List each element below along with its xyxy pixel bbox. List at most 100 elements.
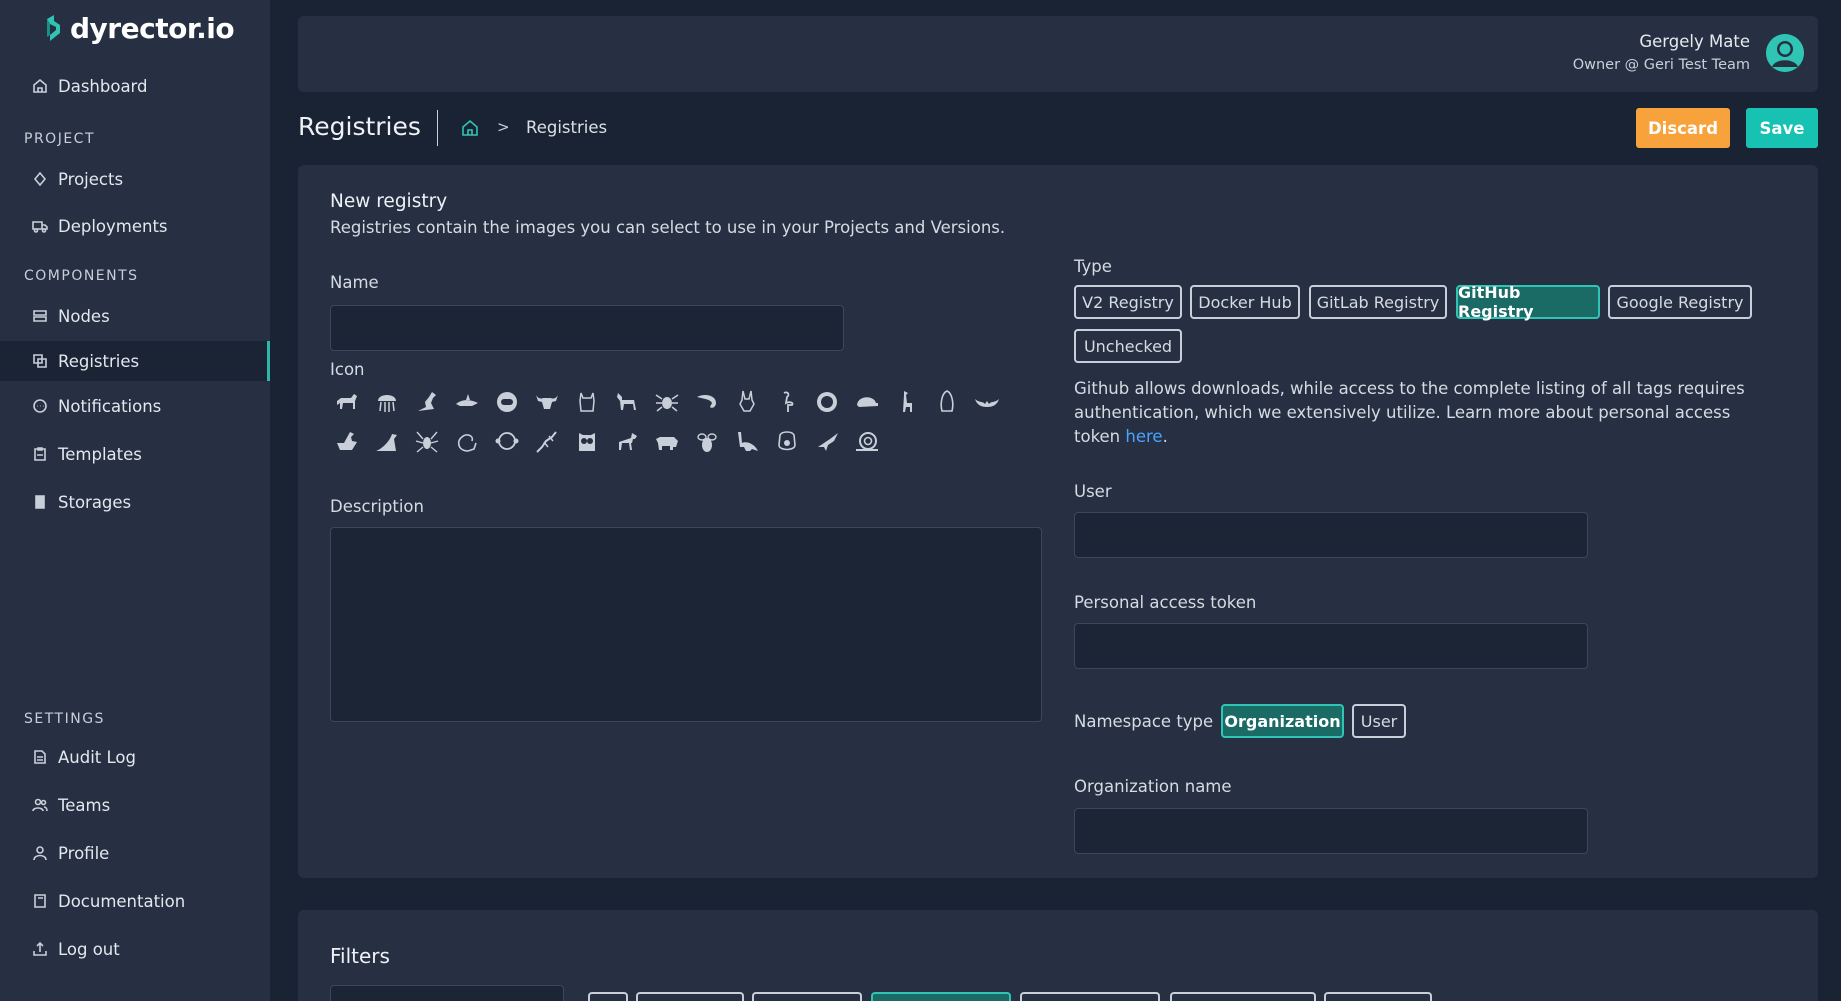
filter-chip[interactable]: [871, 992, 1011, 1001]
sidebar-item-label: Audit Log: [58, 747, 136, 767]
type-option-v2-registry[interactable]: V2 Registry: [1074, 285, 1182, 319]
filter-chip[interactable]: [1020, 992, 1160, 1001]
type-option-github-registry[interactable]: GitHub Registry: [1456, 283, 1600, 321]
sidebar: dyrector.io Dashboard PROJECT Projects D…: [0, 0, 270, 1001]
document-icon: [34, 750, 46, 764]
sidebar-item-log-out[interactable]: Log out: [0, 929, 270, 969]
lizard-icon[interactable]: [534, 429, 560, 455]
breadcrumb-home-icon[interactable]: [461, 119, 479, 137]
registry-icon: [33, 354, 47, 368]
penguin-icon[interactable]: [934, 389, 960, 415]
donkey-icon[interactable]: [614, 389, 640, 415]
seal-icon[interactable]: [374, 429, 400, 455]
bee-icon[interactable]: [694, 429, 720, 455]
sidebar-item-projects[interactable]: Projects: [0, 159, 270, 199]
rabbit-icon[interactable]: [734, 389, 760, 415]
giraffe-icon[interactable]: [894, 389, 920, 415]
sidebar-item-documentation[interactable]: Documentation: [0, 881, 270, 921]
dog-icon[interactable]: [614, 429, 640, 455]
namespace-option-user[interactable]: User: [1352, 704, 1406, 738]
squirrel-icon[interactable]: [454, 429, 480, 455]
sidebar-item-label: Projects: [58, 169, 124, 189]
description-textarea[interactable]: [330, 527, 1042, 722]
bat-icon[interactable]: [974, 389, 1000, 415]
spider2-icon[interactable]: [414, 429, 440, 455]
page-title: Registries: [298, 112, 421, 141]
name-input[interactable]: [330, 305, 844, 351]
token-input[interactable]: [1074, 623, 1588, 669]
astronaut-icon[interactable]: [494, 389, 520, 415]
sidebar-item-label: Documentation: [58, 891, 186, 911]
sidebar-item-registries[interactable]: Registries: [0, 341, 270, 381]
breadcrumb-current: Registries: [526, 118, 608, 137]
book-icon: [34, 894, 46, 908]
filter-chip[interactable]: [1324, 992, 1432, 1001]
org-name-label: Organization name: [1074, 777, 1232, 796]
type-option-unchecked[interactable]: Unchecked: [1074, 329, 1182, 363]
sidebar-item-dashboard[interactable]: Dashboard: [0, 66, 270, 106]
sidebar-item-notifications[interactable]: Notifications: [0, 386, 270, 426]
shark-icon[interactable]: [454, 389, 480, 415]
avatar-icon: [1766, 34, 1804, 72]
sidebar-item-label: Notifications: [58, 396, 162, 416]
snail-icon[interactable]: [854, 429, 880, 455]
type-option-gitlab-registry[interactable]: GitLab Registry: [1309, 285, 1447, 319]
sidebar-item-teams[interactable]: Teams: [0, 785, 270, 825]
org-name-input[interactable]: [1074, 808, 1588, 854]
monkey-icon[interactable]: [494, 429, 520, 455]
filter-chip[interactable]: [1170, 992, 1316, 1001]
avatar[interactable]: [1766, 34, 1804, 72]
kangaroo-icon[interactable]: [414, 389, 440, 415]
sidebar-item-storages[interactable]: Storages: [0, 482, 270, 522]
type-option-docker-hub[interactable]: Docker Hub: [1190, 285, 1300, 319]
form-heading: New registry: [330, 191, 448, 212]
jellyfish-icon[interactable]: [374, 389, 400, 415]
bull-icon[interactable]: [534, 389, 560, 415]
filter-search-input[interactable]: [330, 985, 564, 1001]
bird-icon[interactable]: [814, 429, 840, 455]
shrimp-icon[interactable]: [694, 389, 720, 415]
section-components: COMPONENTS: [24, 268, 139, 284]
spider-icon[interactable]: [654, 389, 680, 415]
user-icon: [33, 846, 47, 861]
lion-icon[interactable]: [814, 389, 840, 415]
turtle-icon[interactable]: [854, 389, 880, 415]
sidebar-item-audit-log[interactable]: Audit Log: [0, 737, 270, 777]
sidebar-item-nodes[interactable]: Nodes: [0, 296, 270, 336]
user-label: User: [1074, 482, 1112, 501]
filter-chip[interactable]: [588, 992, 628, 1001]
sidebar-item-deployments[interactable]: Deployments: [0, 206, 270, 246]
type-option-google-registry[interactable]: Google Registry: [1608, 285, 1752, 319]
type-label: Type: [1074, 257, 1112, 276]
filter-chip[interactable]: [752, 992, 862, 1001]
brand-logo[interactable]: dyrector.io: [44, 12, 235, 45]
section-settings: SETTINGS: [24, 711, 105, 727]
user-name: Gergely Mate: [1639, 32, 1750, 51]
clipboard-icon: [34, 447, 46, 461]
filter-chip[interactable]: [636, 992, 744, 1001]
flamingo-icon[interactable]: [774, 389, 800, 415]
sidebar-item-profile[interactable]: Profile: [0, 833, 270, 873]
discard-button[interactable]: Discard: [1636, 108, 1730, 148]
storage-icon: [35, 495, 45, 509]
save-button[interactable]: Save: [1746, 108, 1818, 148]
gorilla-icon[interactable]: [774, 429, 800, 455]
sidebar-item-label: Dashboard: [58, 76, 148, 96]
namespace-option-organization[interactable]: Organization: [1221, 704, 1344, 738]
help-link[interactable]: here: [1125, 427, 1162, 446]
horse-icon[interactable]: [334, 389, 360, 415]
owl-icon[interactable]: [574, 429, 600, 455]
sidebar-item-templates[interactable]: Templates: [0, 434, 270, 474]
sidebar-item-label: Teams: [58, 795, 111, 815]
breadcrumb-separator: >: [497, 118, 510, 136]
sidebar-item-label: Registries: [58, 351, 140, 371]
new-registry-card: New registry Registries contain the imag…: [298, 165, 1818, 878]
cat-icon[interactable]: [574, 389, 600, 415]
token-label: Personal access token: [1074, 593, 1257, 612]
rhino-icon[interactable]: [654, 429, 680, 455]
duck-icon[interactable]: [334, 429, 360, 455]
home-icon: [33, 78, 47, 93]
dinosaur-icon[interactable]: [734, 429, 760, 455]
section-project: PROJECT: [24, 131, 95, 147]
user-input[interactable]: [1074, 512, 1588, 558]
